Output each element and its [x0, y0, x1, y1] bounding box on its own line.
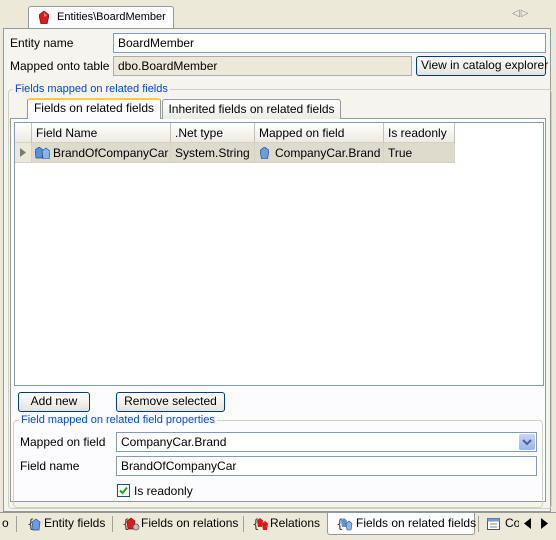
cell-is-readonly[interactable]: True — [384, 143, 455, 163]
tab-relations[interactable]: { Relations — [248, 513, 324, 535]
remove-selected-button[interactable]: Remove selected — [116, 392, 225, 412]
bottom-tab-strip: o { Entity fields { Fields on relations … — [0, 512, 556, 540]
document-nav-arrows-icon[interactable]: ◁▷ — [512, 8, 529, 19]
mapped-onto-table-label: Mapped onto table — [10, 59, 110, 73]
chevron-down-icon[interactable] — [519, 434, 535, 450]
tab-separator — [16, 516, 17, 532]
column-header-field-name[interactable]: Field Name — [32, 123, 171, 143]
tab-co-partial[interactable]: Co — [483, 513, 519, 535]
field-name-input[interactable] — [116, 456, 537, 476]
tab-entity-fields[interactable]: { Entity fields — [22, 513, 110, 535]
mapped-onto-table-value: dbo.BoardMember — [113, 56, 412, 76]
is-readonly-checkbox[interactable] — [117, 484, 130, 497]
row-selector-arrow-icon[interactable] — [15, 143, 32, 163]
grid-corner-header — [15, 123, 32, 143]
entity-fields-icon: { — [27, 517, 43, 531]
tab-separator — [243, 516, 244, 532]
add-new-button[interactable]: Add new — [18, 392, 90, 412]
is-readonly-label: Is readonly — [134, 484, 193, 498]
field-icon — [260, 147, 269, 159]
document-tab-title: Entities\BoardMember — [57, 11, 166, 23]
scroll-tabs-right-icon[interactable] — [540, 518, 548, 529]
relations-icon: { — [252, 517, 270, 531]
tab-fields-on-relations[interactable]: { Fields on relations — [117, 513, 241, 535]
scroll-tabs-left-icon[interactable] — [524, 518, 532, 529]
fields-mapped-group-title: Fields mapped on related fields — [13, 83, 170, 95]
column-header-mapped-on-field[interactable]: Mapped on field — [255, 123, 384, 143]
calendar-icon — [487, 518, 500, 530]
cell-net-type[interactable]: System.String — [171, 143, 255, 163]
document-tab-entities-boardmember[interactable]: Entities\BoardMember — [28, 6, 174, 28]
field-name-label: Field name — [20, 459, 80, 473]
mapped-on-field-select[interactable]: CompanyCar.Brand — [116, 432, 537, 452]
field-properties-group-title: Field mapped on related field properties — [19, 414, 217, 426]
tab-partial-left[interactable]: o — [0, 513, 14, 535]
document-tab-strip: Entities\BoardMember ◁▷ — [0, 0, 556, 28]
tab-separator — [478, 516, 479, 532]
column-header-net-type[interactable]: .Net type — [171, 123, 255, 143]
fields-on-related-fields-icon: { — [336, 517, 354, 531]
tab-inherited-fields-on-related-fields[interactable]: Inherited fields on related fields — [162, 99, 341, 119]
view-in-catalog-explorer-button[interactable]: View in catalog explorer — [416, 56, 548, 76]
tab-separator — [112, 516, 113, 532]
tab-fields-on-related-fields[interactable]: Fields on related fields — [27, 98, 161, 119]
entity-name-label: Entity name — [10, 36, 74, 50]
column-header-is-readonly[interactable]: Is readonly — [384, 123, 455, 143]
tab-fields-on-related-fields-active[interactable]: { Fields on related fields — [327, 513, 476, 535]
cell-mapped-on-field[interactable]: CompanyCar.Brand — [255, 143, 384, 163]
fields-on-relations-icon: { — [122, 517, 140, 531]
related-field-icon — [35, 147, 50, 159]
cell-field-name[interactable]: BrandOfCompanyCar — [32, 143, 171, 163]
entity-icon — [39, 11, 49, 24]
mapped-on-field-label: Mapped on field — [20, 435, 106, 449]
related-fields-grid[interactable]: Field Name .Net type Mapped on field Is … — [14, 122, 544, 386]
checkmark-icon — [119, 486, 128, 495]
entity-name-input[interactable] — [113, 33, 546, 53]
